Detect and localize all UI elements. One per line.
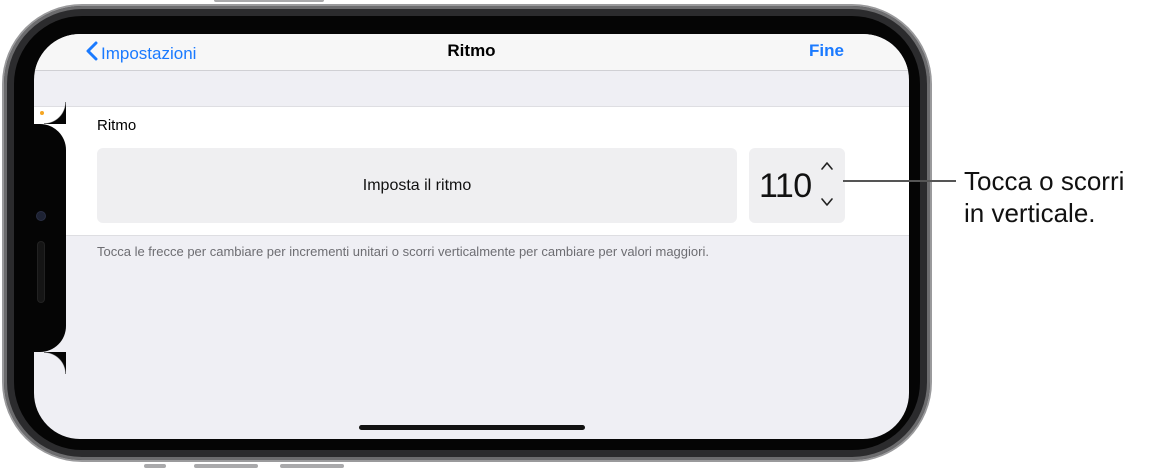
home-indicator[interactable]	[359, 425, 585, 430]
callout-text: Tocca o scorri in verticale.	[964, 165, 1124, 229]
callout-line-2: in verticale.	[964, 198, 1096, 228]
volume-button	[214, 0, 324, 2]
chevron-up-icon[interactable]	[819, 158, 835, 174]
volume-up-button	[194, 464, 258, 468]
chevron-down-icon[interactable]	[819, 194, 835, 210]
mute-switch	[144, 464, 166, 468]
app-screen: Impostazioni Ritmo Fine Ritmo Imposta il…	[34, 34, 909, 439]
hint-text: Tocca le frecce per cambiare per increme…	[97, 244, 709, 259]
done-button[interactable]: Fine	[809, 41, 844, 61]
callout-line	[843, 180, 956, 182]
tempo-stepper[interactable]: 110	[749, 148, 845, 223]
callout-line-1: Tocca o scorri	[964, 166, 1125, 196]
tempo-section: Ritmo Imposta il ritmo 110	[34, 106, 909, 236]
front-camera	[37, 212, 45, 220]
set-tempo-button[interactable]: Imposta il ritmo	[97, 148, 737, 223]
tempo-value[interactable]: 110	[759, 167, 812, 206]
mic-indicator-dot	[40, 111, 44, 115]
navigation-bar: Impostazioni Ritmo Fine	[34, 34, 909, 71]
page-title: Ritmo	[447, 41, 496, 60]
volume-down-button	[280, 464, 344, 468]
section-label: Ritmo	[97, 117, 137, 134]
sensor-notch	[34, 102, 66, 374]
earpiece-speaker	[38, 242, 44, 302]
